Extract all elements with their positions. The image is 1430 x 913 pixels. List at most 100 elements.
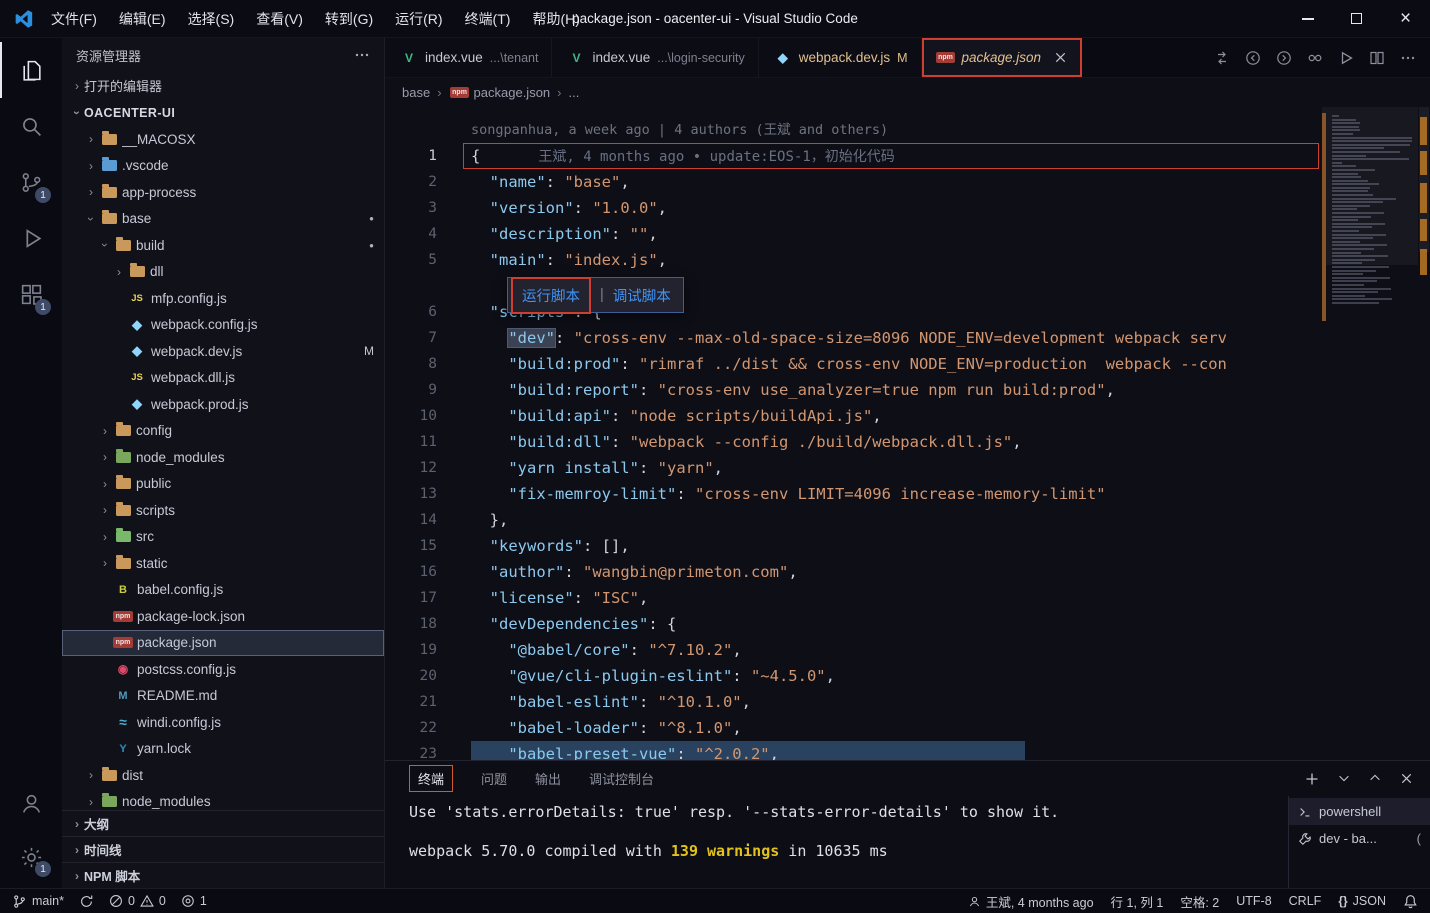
status-problems-indicator[interactable]: 00 — [109, 894, 166, 908]
menu-view[interactable]: 查看(V) — [245, 0, 314, 38]
tree-item-mfp-config-js[interactable]: JSmfp.config.js — [62, 285, 384, 312]
breadcrumb-item-item[interactable]: ... — [569, 85, 580, 100]
breadcrumb-item-package-json[interactable]: npmpackage.json — [449, 85, 551, 101]
tree-item-yarn-lock[interactable]: Yyarn.lock — [62, 736, 384, 763]
status-gitlens-blame[interactable]: 王斌, 4 months ago — [968, 892, 1094, 911]
terminal-list: powershelldev - ba...( — [1288, 796, 1430, 888]
run-script-link[interactable]: 运行脚本 — [522, 285, 580, 306]
tree-item-scripts[interactable]: ›scripts — [62, 497, 384, 524]
open-changes-button[interactable] — [1307, 50, 1323, 66]
activity-explorer[interactable] — [0, 42, 62, 98]
tree-item-windi-config-js[interactable]: ≈windi.config.js — [62, 709, 384, 736]
code-line-21: 21 "babel-eslint": "^10.1.0", — [385, 689, 1322, 715]
menu-run[interactable]: 运行(R) — [384, 0, 453, 38]
code-token — [471, 641, 508, 659]
tree-item-dll[interactable]: ›dll — [62, 259, 384, 286]
tree-item-public[interactable]: ›public — [62, 471, 384, 498]
status-cursor-position[interactable]: 行 1, 列 1 — [1111, 892, 1164, 911]
tab-index-vue-tenant[interactable]: Vindex.vue...\tenant — [385, 38, 552, 77]
tree-item-postcss-config-js[interactable]: ◉postcss.config.js — [62, 656, 384, 683]
terminal-instance-powershell[interactable]: powershell — [1289, 798, 1430, 825]
panel-tab-output[interactable]: 输出 — [535, 769, 561, 788]
status-branch-indicator[interactable]: main* — [12, 894, 64, 909]
tree-item-readme-md[interactable]: MREADME.md — [62, 683, 384, 710]
tree-item-static[interactable]: ›static — [62, 550, 384, 577]
tree-item-dist[interactable]: ›dist — [62, 762, 384, 789]
tree-item-macosx[interactable]: ›__MACOSX — [62, 126, 384, 153]
activity-search[interactable] — [0, 98, 62, 154]
close-panel-button[interactable] — [1399, 771, 1414, 787]
chevron-right-icon: › — [98, 477, 112, 491]
tree-item-node-modules[interactable]: ›node_modules — [62, 789, 384, 811]
terminal-picker-dropdown[interactable] — [1337, 771, 1351, 787]
maximize-button[interactable] — [1332, 0, 1381, 37]
run-script-action-button[interactable] — [1338, 50, 1354, 66]
tab-webpack-dev-js[interactable]: ◆webpack.dev.jsM — [759, 38, 922, 77]
tree-item-src[interactable]: ›src — [62, 524, 384, 551]
status-eol[interactable]: CRLF — [1289, 894, 1322, 908]
previous-change-button[interactable] — [1245, 50, 1261, 66]
tab-index-vue-login-security[interactable]: Vindex.vue...\login-security — [552, 38, 758, 77]
timeline-section[interactable]: ›时间线 — [62, 836, 384, 862]
tree-item-config[interactable]: ›config — [62, 418, 384, 445]
tree-item-webpack-dll-js[interactable]: JSwebpack.dll.js — [62, 365, 384, 392]
menu-selection[interactable]: 选择(S) — [177, 0, 246, 38]
menu-edit[interactable]: 编辑(E) — [108, 0, 177, 38]
activity-settings[interactable]: 1 — [0, 830, 62, 884]
tree-item-base[interactable]: ›base● — [62, 206, 384, 233]
activity-source-control[interactable]: 1 — [0, 154, 62, 210]
close-tab-icon[interactable] — [1053, 50, 1068, 65]
open-editors-section[interactable]: › 打开的编辑器 — [62, 72, 384, 99]
panel-tab-problems[interactable]: 问题 — [481, 769, 507, 788]
menu-file[interactable]: 文件(F) — [40, 0, 108, 38]
status-sync-button[interactable] — [79, 894, 94, 909]
tree-item-build[interactable]: ›build● — [62, 232, 384, 259]
tree-item-webpack-dev-js[interactable]: ◆webpack.dev.jsM — [62, 338, 384, 365]
workspace-root[interactable]: › OACENTER-UI — [62, 99, 384, 126]
line-number: 12 — [385, 455, 437, 481]
status-language-mode[interactable]: {}JSON — [1338, 894, 1386, 908]
next-change-button[interactable] — [1276, 50, 1292, 66]
close-window-button[interactable]: × — [1381, 0, 1430, 37]
minimize-button[interactable] — [1283, 0, 1332, 37]
status-indentation[interactable]: 空格: 2 — [1180, 892, 1219, 911]
panel-tab-debug-console[interactable]: 调试控制台 — [589, 769, 654, 788]
status-encoding[interactable]: UTF-8 — [1236, 894, 1271, 908]
activity-extensions[interactable]: 1 — [0, 266, 62, 322]
code-token: { — [471, 147, 480, 165]
menu-go[interactable]: 转到(G) — [314, 0, 384, 38]
activity-account[interactable] — [0, 776, 62, 830]
tree-item-package-lock-json[interactable]: npmpackage-lock.json — [62, 603, 384, 630]
menu-terminal[interactable]: 终端(T) — [454, 0, 522, 38]
tree-item-webpack-config-js[interactable]: ◆webpack.config.js — [62, 312, 384, 339]
debug-script-link[interactable]: 调试脚本 — [613, 285, 671, 306]
webpack-icon: ◆ — [128, 396, 146, 412]
tree-item-app-process[interactable]: ›app-process — [62, 179, 384, 206]
status-notifications-bell[interactable] — [1403, 894, 1418, 909]
code-token: , — [742, 693, 751, 711]
tree-item-package-json[interactable]: npmpackage.json — [62, 630, 384, 657]
tree-item-webpack-prod-js[interactable]: ◆webpack.prod.js — [62, 391, 384, 418]
npm-scripts-section[interactable]: ›NPM 脚本 — [62, 862, 384, 888]
person-icon — [968, 895, 981, 908]
tree-item-node-modules[interactable]: ›node_modules — [62, 444, 384, 471]
tree-item-babel-config-js[interactable]: Bbabel.config.js — [62, 577, 384, 604]
minimap[interactable] — [1322, 107, 1418, 760]
toggle-blame-button[interactable] — [1214, 50, 1230, 66]
code-token: "@babel/core" — [508, 641, 629, 659]
editor-scrollbar[interactable] — [1418, 107, 1430, 760]
panel-tab-terminal[interactable]: 终端 — [409, 765, 453, 792]
activity-run-debug[interactable] — [0, 210, 62, 266]
more-actions-button[interactable] — [1400, 50, 1416, 66]
sidebar-more-actions-icon[interactable] — [354, 47, 370, 63]
terminal-instance-dev-ba[interactable]: dev - ba...( — [1289, 825, 1430, 852]
maximize-panel-button[interactable] — [1368, 771, 1382, 787]
tab-package-json[interactable]: npmpackage.json — [922, 38, 1083, 77]
status-count-indicator[interactable]: 1 — [181, 894, 207, 908]
split-editor-button[interactable] — [1369, 50, 1385, 66]
breadcrumb-item-base[interactable]: base — [402, 85, 430, 100]
new-terminal-button[interactable] — [1304, 771, 1320, 787]
outline-section[interactable]: ›大纲 — [62, 810, 384, 836]
tree-item-vscode[interactable]: ›.vscode — [62, 153, 384, 180]
line-number: 14 — [385, 507, 437, 533]
